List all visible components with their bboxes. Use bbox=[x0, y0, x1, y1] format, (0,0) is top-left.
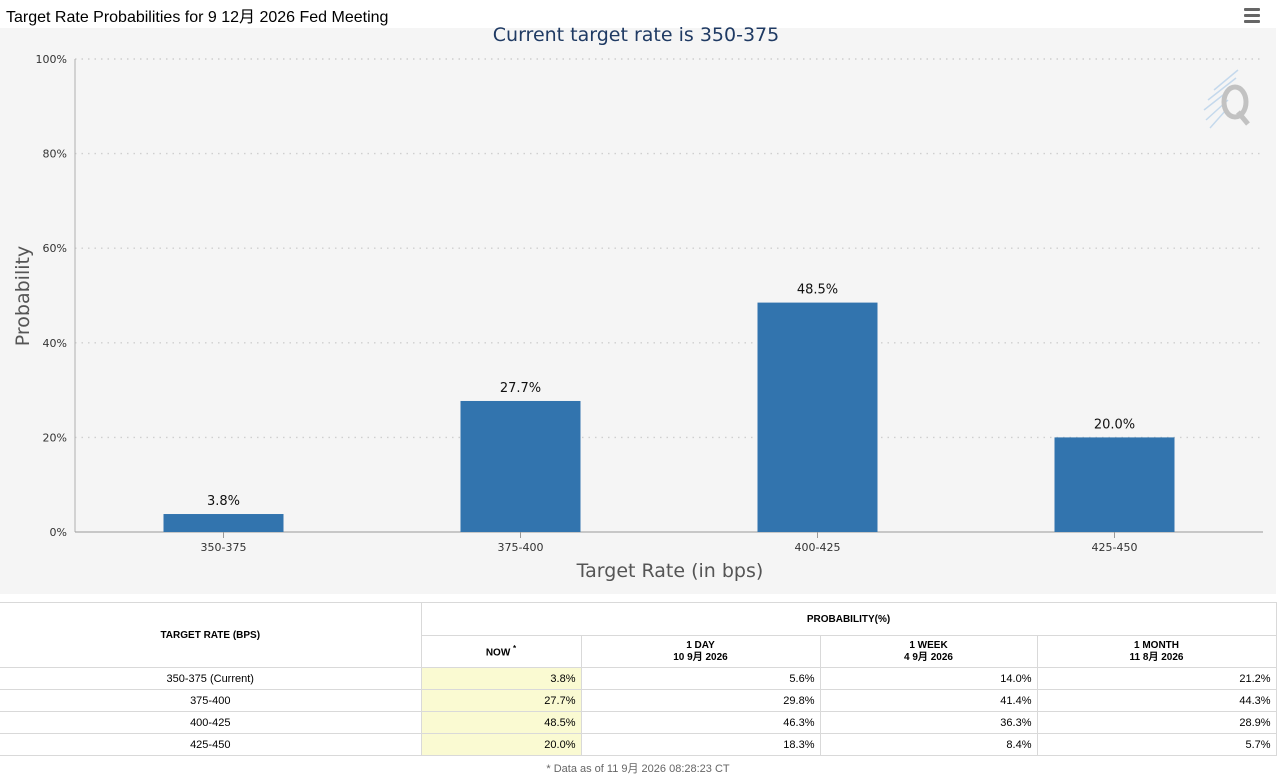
one-week-cell: 41.4% bbox=[819, 689, 1038, 712]
x-tick-label: 425-450 bbox=[1092, 541, 1138, 554]
one-day-cell: 18.3% bbox=[580, 733, 821, 756]
one-month-cell: 28.9% bbox=[1036, 711, 1277, 734]
table-row: 425-450 20.0% 18.3% 8.4% 5.7% bbox=[0, 733, 1277, 756]
bar bbox=[757, 302, 878, 532]
y-tick-label: 100% bbox=[36, 53, 67, 66]
y-tick-label: 0% bbox=[50, 526, 67, 539]
now-cell: 3.8% bbox=[420, 667, 582, 690]
y-tick-label: 40% bbox=[43, 337, 67, 350]
now-cell: 48.5% bbox=[420, 711, 582, 734]
table-row: 350-375 (Current) 3.8% 5.6% 14.0% 21.2% bbox=[0, 667, 1277, 690]
probability-header: PROBABILITY(%) bbox=[420, 602, 1277, 636]
one-day-column-header: 1 DAY 10 9月 2026 bbox=[580, 635, 821, 668]
now-cell: 20.0% bbox=[420, 733, 582, 756]
rate-cell: 375-400 bbox=[0, 689, 422, 712]
x-axis-title: Target Rate (in bps) bbox=[576, 560, 764, 582]
probability-bar-chart: 0% 20% 40% 60% 80% 100% 3.8% 350-375 27.7% 375-40… bbox=[12, 24, 1263, 582]
data-timestamp-footnote: * Data as of 11 9月 2026 08:28:23 CT bbox=[546, 763, 730, 775]
one-month-label: 1 MONTH bbox=[1134, 639, 1180, 651]
y-tick-label: 20% bbox=[43, 431, 67, 444]
y-tick-label: 60% bbox=[43, 242, 67, 255]
now-footnote-mark: * bbox=[513, 644, 517, 654]
one-week-date: 4 9月 2026 bbox=[904, 651, 953, 663]
data-label: 48.5% bbox=[797, 283, 838, 298]
bar bbox=[1054, 437, 1175, 532]
bar bbox=[163, 514, 284, 532]
y-tick-label: 80% bbox=[43, 148, 67, 161]
one-day-cell: 5.6% bbox=[580, 667, 821, 690]
target-rate-header: TARGET RATE (BPS) bbox=[0, 602, 422, 668]
data-label: 3.8% bbox=[207, 494, 240, 509]
one-week-cell: 8.4% bbox=[819, 733, 1038, 756]
chart-title: Current target rate is 350-375 bbox=[493, 24, 779, 46]
now-label: NOW bbox=[485, 647, 511, 659]
one-week-cell: 36.3% bbox=[819, 711, 1038, 734]
one-week-column-header: 1 WEEK 4 9月 2026 bbox=[819, 635, 1038, 668]
data-label: 20.0% bbox=[1094, 417, 1135, 432]
one-month-cell: 21.2% bbox=[1036, 667, 1277, 690]
one-month-cell: 44.3% bbox=[1036, 689, 1277, 712]
bar bbox=[460, 400, 581, 532]
probability-table: TARGET RATE (BPS) PROBABILITY(%) NOW * 1… bbox=[0, 602, 1277, 756]
one-day-cell: 46.3% bbox=[580, 711, 821, 734]
now-column-header: NOW * bbox=[420, 635, 582, 668]
table-row: 375-400 27.7% 29.8% 41.4% 44.3% bbox=[0, 689, 1277, 712]
x-tick-label: 400-425 bbox=[795, 541, 841, 554]
one-month-cell: 5.7% bbox=[1036, 733, 1277, 756]
watermark-logo-icon bbox=[1203, 69, 1250, 129]
one-month-date: 11 8月 2026 bbox=[1129, 651, 1184, 663]
rate-cell: 400-425 bbox=[0, 711, 422, 734]
one-day-label: 1 DAY bbox=[686, 639, 715, 651]
data-label: 27.7% bbox=[500, 381, 541, 396]
now-cell: 27.7% bbox=[420, 689, 582, 712]
x-tick-label: 375-400 bbox=[498, 541, 544, 554]
one-day-date: 10 9月 2026 bbox=[673, 651, 728, 663]
rate-cell: 350-375 (Current) bbox=[0, 667, 422, 690]
one-week-label: 1 WEEK bbox=[909, 639, 948, 651]
y-axis-title: Probability bbox=[12, 246, 34, 346]
rate-cell: 425-450 bbox=[0, 733, 422, 756]
one-week-cell: 14.0% bbox=[819, 667, 1038, 690]
one-day-cell: 29.8% bbox=[580, 689, 821, 712]
one-month-column-header: 1 MONTH 11 8月 2026 bbox=[1036, 635, 1277, 668]
x-tick-label: 350-375 bbox=[201, 541, 247, 554]
table-row: 400-425 48.5% 46.3% 36.3% 28.9% bbox=[0, 711, 1277, 734]
